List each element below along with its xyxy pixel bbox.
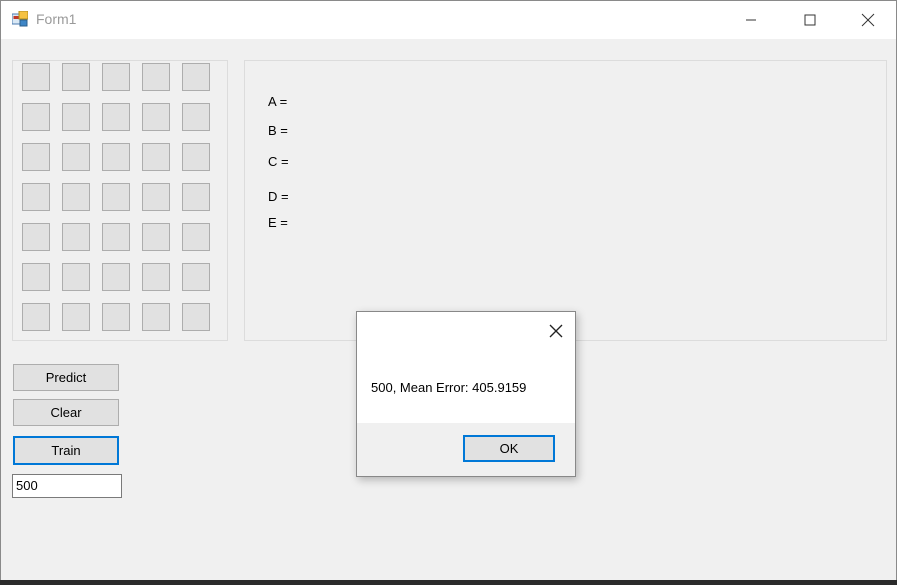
pixel-cell-r2-c5[interactable] xyxy=(182,103,210,131)
pixel-cell-r4-c2[interactable] xyxy=(62,183,90,211)
label-b: B = xyxy=(268,123,288,138)
label-a: A = xyxy=(268,94,288,109)
pixel-cell-r7-c1[interactable] xyxy=(22,303,50,331)
pixel-cell-r7-c5[interactable] xyxy=(182,303,210,331)
pixel-cell-r2-c4[interactable] xyxy=(142,103,170,131)
title-bar[interactable]: Form1 xyxy=(1,1,896,39)
results-panel: A = B = C = D = E = xyxy=(244,60,887,341)
pixel-cell-r7-c3[interactable] xyxy=(102,303,130,331)
dialog-close-icon[interactable] xyxy=(547,322,565,340)
pixel-cell-r5-c4[interactable] xyxy=(142,223,170,251)
pixel-cell-r5-c1[interactable] xyxy=(22,223,50,251)
pixel-cell-r7-c4[interactable] xyxy=(142,303,170,331)
pixel-grid-panel xyxy=(12,60,228,341)
pixel-cell-r4-c5[interactable] xyxy=(182,183,210,211)
label-c: C = xyxy=(268,154,289,169)
pixel-cell-r1-c4[interactable] xyxy=(142,63,170,91)
pixel-cell-r1-c5[interactable] xyxy=(182,63,210,91)
label-d: D = xyxy=(268,189,289,204)
dialog-message: 500, Mean Error: 405.9159 xyxy=(371,380,527,395)
close-button[interactable] xyxy=(839,1,897,39)
predict-button[interactable]: Predict xyxy=(13,364,119,391)
pixel-cell-r2-c1[interactable] xyxy=(22,103,50,131)
pixel-cell-r3-c2[interactable] xyxy=(62,143,90,171)
maximize-icon xyxy=(804,14,816,26)
window-title: Form1 xyxy=(36,11,77,27)
pixel-cell-r4-c1[interactable] xyxy=(22,183,50,211)
pixel-cell-r1-c1[interactable] xyxy=(22,63,50,91)
pixel-cell-r6-c5[interactable] xyxy=(182,263,210,291)
minimize-icon xyxy=(746,19,756,21)
pixel-cell-r4-c3[interactable] xyxy=(102,183,130,211)
ok-button[interactable]: OK xyxy=(463,435,555,462)
maximize-button[interactable] xyxy=(781,1,839,39)
dialog-footer: OK xyxy=(357,423,575,476)
pixel-cell-r3-c3[interactable] xyxy=(102,143,130,171)
close-icon xyxy=(861,13,875,27)
pixel-cell-r2-c3[interactable] xyxy=(102,103,130,131)
train-button[interactable]: Train xyxy=(13,436,119,465)
iterations-input[interactable]: 500 xyxy=(12,474,122,498)
pixel-cell-r2-c2[interactable] xyxy=(62,103,90,131)
pixel-cell-r6-c3[interactable] xyxy=(102,263,130,291)
taskbar-strip xyxy=(0,580,897,585)
minimize-button[interactable] xyxy=(722,1,780,39)
pixel-cell-r1-c3[interactable] xyxy=(102,63,130,91)
clear-button[interactable]: Clear xyxy=(13,399,119,426)
pixel-cell-r7-c2[interactable] xyxy=(62,303,90,331)
pixel-cell-r1-c2[interactable] xyxy=(62,63,90,91)
pixel-cell-r5-c3[interactable] xyxy=(102,223,130,251)
pixel-cell-r3-c1[interactable] xyxy=(22,143,50,171)
pixel-cell-r3-c4[interactable] xyxy=(142,143,170,171)
pixel-cell-r3-c5[interactable] xyxy=(182,143,210,171)
pixel-cell-r6-c2[interactable] xyxy=(62,263,90,291)
form1-window: Form1 A = B = C = D = E = Predict Clear … xyxy=(0,0,897,580)
pixel-cell-r6-c1[interactable] xyxy=(22,263,50,291)
pixel-cell-r5-c5[interactable] xyxy=(182,223,210,251)
label-e: E = xyxy=(268,215,288,230)
pixel-cell-r5-c2[interactable] xyxy=(62,223,90,251)
winforms-app-icon xyxy=(12,11,28,27)
pixel-cell-r6-c4[interactable] xyxy=(142,263,170,291)
pixel-cell-r4-c4[interactable] xyxy=(142,183,170,211)
message-box-dialog: 500, Mean Error: 405.9159 OK xyxy=(356,311,576,477)
